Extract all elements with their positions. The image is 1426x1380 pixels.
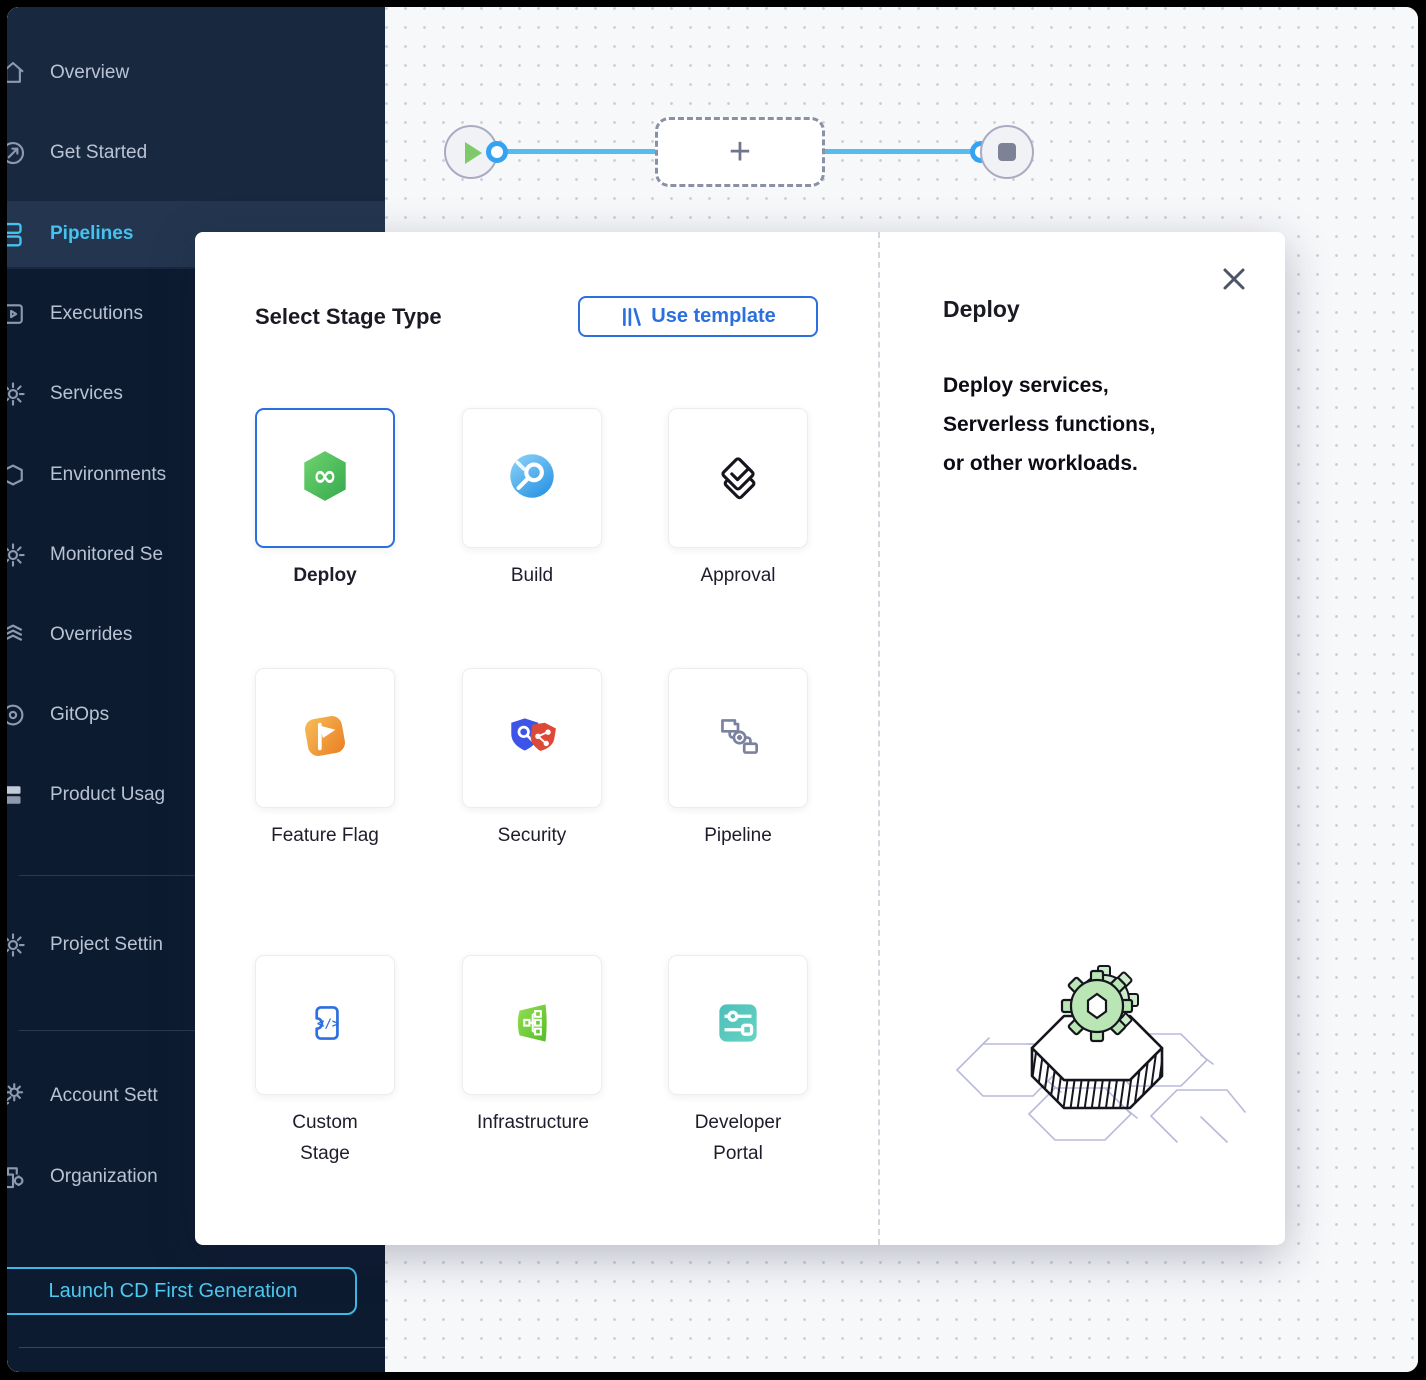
sidebar-item-label: Environments: [50, 464, 166, 486]
sidebar-item-overview[interactable]: Overview: [7, 45, 385, 101]
stage-card-deploy[interactable]: ∞ Deploy: [255, 408, 395, 548]
infrastructure-icon: [503, 994, 561, 1057]
stage-card-security[interactable]: Security: [462, 668, 602, 808]
gitops-icon: [7, 700, 28, 730]
stage-card-label: Build: [477, 560, 587, 591]
deploy-hexagon-illustration: [947, 960, 1247, 1175]
stage-card-infrastructure[interactable]: Infrastructure: [462, 955, 602, 1095]
pipelines-icon: [7, 219, 28, 249]
stage-card-label: Approval: [683, 560, 793, 591]
sidebar-item-label: Overview: [50, 62, 129, 84]
stage-card-box[interactable]: </>: [255, 955, 395, 1095]
layers-icon: [7, 620, 28, 650]
sidebar-item-label: Pipelines: [50, 223, 133, 245]
close-icon[interactable]: [1219, 264, 1249, 294]
developer-portal-icon: [709, 994, 767, 1057]
select-stage-modal: Select Stage Type Use template ∞ Deploy …: [195, 232, 1285, 1245]
sidebar-item-get-started[interactable]: Get Started: [7, 125, 385, 181]
sidebar-item-label: Project Settin: [50, 934, 163, 956]
pipeline-end-node[interactable]: [980, 125, 1034, 179]
use-template-label: Use template: [651, 305, 776, 328]
sidebar-item-label: Account Sett: [50, 1085, 158, 1107]
feature-flag-icon: [296, 707, 354, 770]
stop-icon: [998, 143, 1016, 161]
build-icon: [503, 447, 561, 510]
stage-card-box[interactable]: ∞: [255, 408, 395, 548]
launch-cd-first-generation-button[interactable]: Launch CD First Generation: [7, 1267, 357, 1315]
custom-stage-icon: </>: [296, 994, 354, 1057]
stage-card-custom-stage[interactable]: </> Custom Stage: [255, 955, 395, 1095]
sidebar-item-label: GitOps: [50, 704, 109, 726]
stage-card-box[interactable]: [462, 955, 602, 1095]
security-icon: [503, 707, 561, 770]
app-window: + Overview Get Started Pipelines: [7, 7, 1418, 1372]
start-node-port: [486, 141, 508, 163]
gear-icon: [7, 379, 28, 409]
stage-card-label: Feature Flag: [270, 820, 380, 851]
home-icon: [7, 58, 28, 88]
stage-card-pipeline[interactable]: Pipeline: [668, 668, 808, 808]
sidebar-item-label: Overrides: [50, 624, 132, 646]
plus-icon: +: [729, 133, 751, 171]
stage-card-label: Deploy: [245, 560, 405, 591]
sidebar-item-label: Product Usag: [50, 784, 165, 806]
hexagon-icon: [7, 460, 28, 490]
stage-card-feature-flag[interactable]: Feature Flag: [255, 668, 395, 808]
executions-icon: [7, 299, 28, 329]
stage-card-label: Developer Portal: [683, 1107, 793, 1169]
svg-text:</>: </>: [317, 1015, 339, 1030]
modal-pane-divider: [878, 232, 880, 1245]
project-settings-gear-icon: [7, 930, 28, 960]
sidebar-item-label: Monitored Se: [50, 544, 163, 566]
pipeline-edge-right: [821, 149, 985, 154]
stage-detail-title: Deploy: [943, 296, 1020, 323]
use-template-button[interactable]: Use template: [578, 296, 818, 337]
account-settings-gear-icon: [7, 1081, 28, 1111]
sidebar-bottom-divider: [19, 1347, 385, 1348]
stage-card-box[interactable]: [255, 668, 395, 808]
deploy-icon: ∞: [296, 447, 354, 510]
pipeline-chain-icon: [709, 707, 767, 770]
svg-text:∞: ∞: [313, 458, 337, 492]
approval-icon: [709, 447, 767, 510]
stage-card-label: Infrastructure: [477, 1107, 587, 1138]
stage-card-label: Pipeline: [683, 820, 793, 851]
stage-card-box[interactable]: [462, 668, 602, 808]
stage-card-approval[interactable]: Approval: [668, 408, 808, 548]
pipeline-edge-left: [503, 149, 663, 154]
sidebar-item-label: Services: [50, 383, 123, 405]
sidebar-item-label: Organization: [50, 1166, 158, 1188]
stage-card-box[interactable]: [668, 668, 808, 808]
stage-card-label: Custom Stage: [270, 1107, 380, 1169]
sidebar-item-label: Executions: [50, 303, 143, 325]
play-icon: [465, 142, 482, 164]
rocket-icon: [7, 138, 28, 168]
usage-bars-icon: [7, 780, 28, 810]
stage-detail-description: Deploy services, Serverless functions, o…: [943, 366, 1243, 483]
stage-card-label: Security: [477, 820, 587, 851]
stage-card-box[interactable]: [668, 955, 808, 1095]
screenshot-frame: + Overview Get Started Pipelines: [0, 0, 1426, 1380]
stage-card-developer-portal[interactable]: Developer Portal: [668, 955, 808, 1095]
template-library-icon: [620, 306, 642, 328]
organization-icon: [7, 1162, 28, 1192]
sidebar-item-label: Get Started: [50, 142, 147, 164]
modal-title: Select Stage Type: [255, 304, 442, 330]
stage-card-box[interactable]: [668, 408, 808, 548]
add-stage-node[interactable]: +: [655, 117, 825, 187]
stage-card-box[interactable]: [462, 408, 602, 548]
monitor-gear-icon: [7, 540, 28, 570]
stage-card-build[interactable]: Build: [462, 408, 602, 548]
